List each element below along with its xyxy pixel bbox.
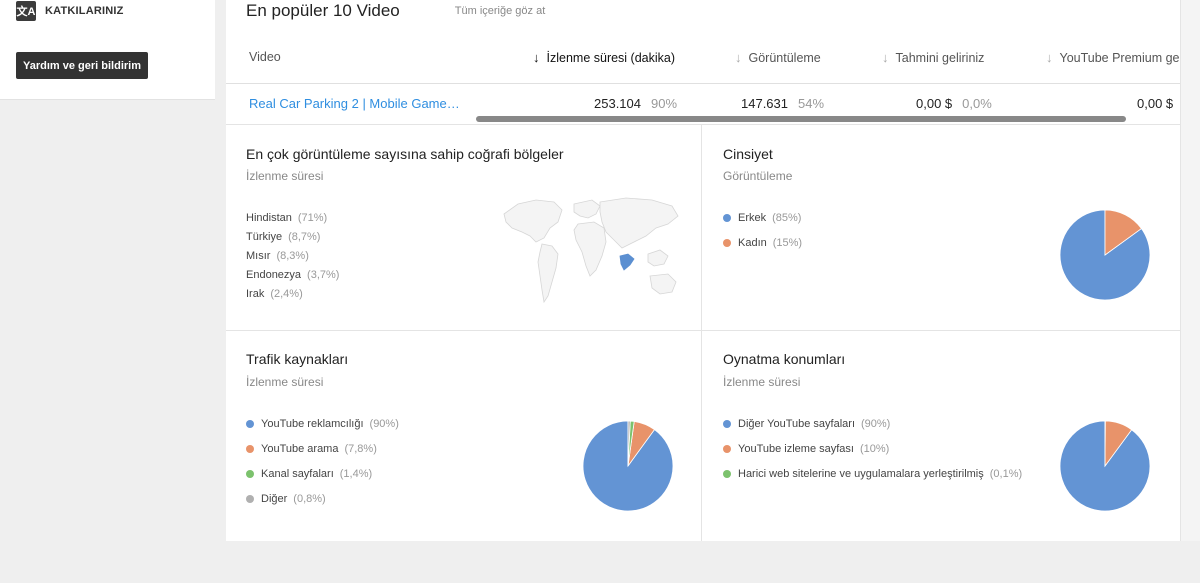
- sort-down-arrow-icon: ↓: [533, 50, 540, 65]
- list-item: Türkiye (8,7%): [246, 230, 321, 243]
- divider: [701, 124, 702, 541]
- analytics-main: En popüler 10 Video Tüm içeriğe göz at V…: [226, 0, 1180, 541]
- playback-card-title: Oynatma konumları: [723, 351, 846, 367]
- gender-legend: Erkek (85%) Kadın (15%): [723, 205, 802, 255]
- divider: [226, 124, 1180, 125]
- legend-dot: [246, 419, 254, 428]
- playback-legend: Diğer YouTube sayfaları (90%) YouTube izl…: [723, 411, 1022, 486]
- playback-card-subtitle: İzlenme süresi: [723, 375, 801, 389]
- horizontal-scrollbar[interactable]: [476, 116, 1126, 122]
- col-watch-time[interactable]: ↓ İzlenme süresi (dakika): [533, 50, 675, 65]
- legend-dot: [246, 469, 254, 478]
- traffic-legend: YouTube reklamcılığı (90%) YouTube arama(…: [246, 411, 399, 511]
- india-highlight[interactable]: [619, 253, 635, 271]
- legend-item: YouTube reklamcılığı (90%): [246, 411, 399, 436]
- world-map[interactable]: [496, 192, 684, 312]
- col-video: Video: [249, 50, 281, 64]
- legend-item: YouTube arama (7,8%): [246, 436, 399, 461]
- legend-item: Kanal sayfaları (1,4%): [246, 461, 399, 486]
- col-premium[interactable]: ↓ YouTube Premium ge: [1046, 50, 1180, 65]
- contributions-link[interactable]: 文A KATKILARINIZ: [16, 0, 124, 22]
- contributions-label: KATKILARINIZ: [45, 5, 124, 17]
- traffic-card-subtitle: İzlenme süresi: [246, 375, 324, 389]
- help-feedback-button[interactable]: Yardım ve geri bildirim: [16, 52, 148, 79]
- top-videos-title: En popüler 10 Video: [246, 1, 400, 20]
- playback-pie-chart[interactable]: [1059, 420, 1151, 512]
- divider: [226, 330, 1180, 331]
- col-revenue[interactable]: ↓ Tahmini geliriniz: [882, 50, 984, 65]
- see-all-content-link[interactable]: Tüm içeriğe göz at: [455, 5, 545, 17]
- sort-down-arrow-icon: ↓: [1046, 50, 1053, 65]
- legend-item: Kadın (15%): [723, 230, 802, 255]
- geo-list: Hindistan (71%) Türkiye (8,7%) Mısır (8,3%)…: [246, 208, 339, 303]
- revenue-cell: 0,00 $0,0%: [916, 96, 992, 111]
- legend-item: Harici web sitelerine ve uygulamalara ye…: [723, 461, 1022, 486]
- traffic-pie-chart[interactable]: [582, 420, 674, 512]
- table-row: Real Car Parking 2 | Mobile Game… 253.10…: [226, 85, 1180, 123]
- legend-dot: [723, 469, 731, 478]
- list-item: Mısır (8,3%): [246, 249, 309, 262]
- geo-card-subtitle: İzlenme süresi: [246, 169, 324, 183]
- translate-icon: 文A: [16, 1, 36, 21]
- watch-time-cell: 253.104 90%: [594, 96, 678, 111]
- list-item: Irak (2,4%): [246, 287, 303, 300]
- legend-item: YouTube izleme sayfası (10%): [723, 436, 1022, 461]
- legend-dot: [723, 238, 731, 247]
- legend-dot: [723, 444, 731, 453]
- gender-card-title: Cinsiyet: [723, 146, 773, 162]
- traffic-card-title: Trafik kaynakları: [246, 351, 349, 367]
- video-title-link[interactable]: Real Car Parking 2 | Mobile Game…: [249, 96, 460, 111]
- legend-dot: [246, 494, 254, 503]
- premium-cell: 0,00 $: [1137, 96, 1174, 111]
- legend-dot: [723, 419, 731, 428]
- legend-dot: [246, 444, 254, 453]
- legend-dot: [723, 213, 731, 222]
- sort-down-arrow-icon: ↓: [882, 50, 889, 65]
- vertical-scroll-edge[interactable]: [1180, 0, 1200, 541]
- legend-item: Diğer (0,8%): [246, 486, 399, 511]
- legend-item: Erkek (85%): [723, 205, 802, 230]
- col-views[interactable]: ↓ Görüntüleme: [735, 50, 821, 65]
- views-cell: 147.631 54%: [741, 96, 825, 111]
- top-videos-header: En popüler 10 Video Tüm içeriğe göz at: [246, 0, 545, 22]
- sort-down-arrow-icon: ↓: [735, 50, 742, 65]
- list-item: Hindistan (71%): [246, 211, 328, 224]
- gender-card-subtitle: Görüntüleme: [723, 169, 793, 183]
- sidebar: 文A KATKILARINIZ Yardım ve geri bildirim: [0, 0, 215, 100]
- list-item: Endonezya (3,7%): [246, 268, 340, 281]
- legend-item: Diğer YouTube sayfaları (90%): [723, 411, 1022, 436]
- geo-card-title: En çok görüntüleme sayısına sahip coğraf…: [246, 146, 564, 162]
- table-header: Video ↓ İzlenme süresi (dakika) ↓ Görünt…: [226, 34, 1180, 84]
- gender-pie-chart[interactable]: [1059, 209, 1151, 301]
